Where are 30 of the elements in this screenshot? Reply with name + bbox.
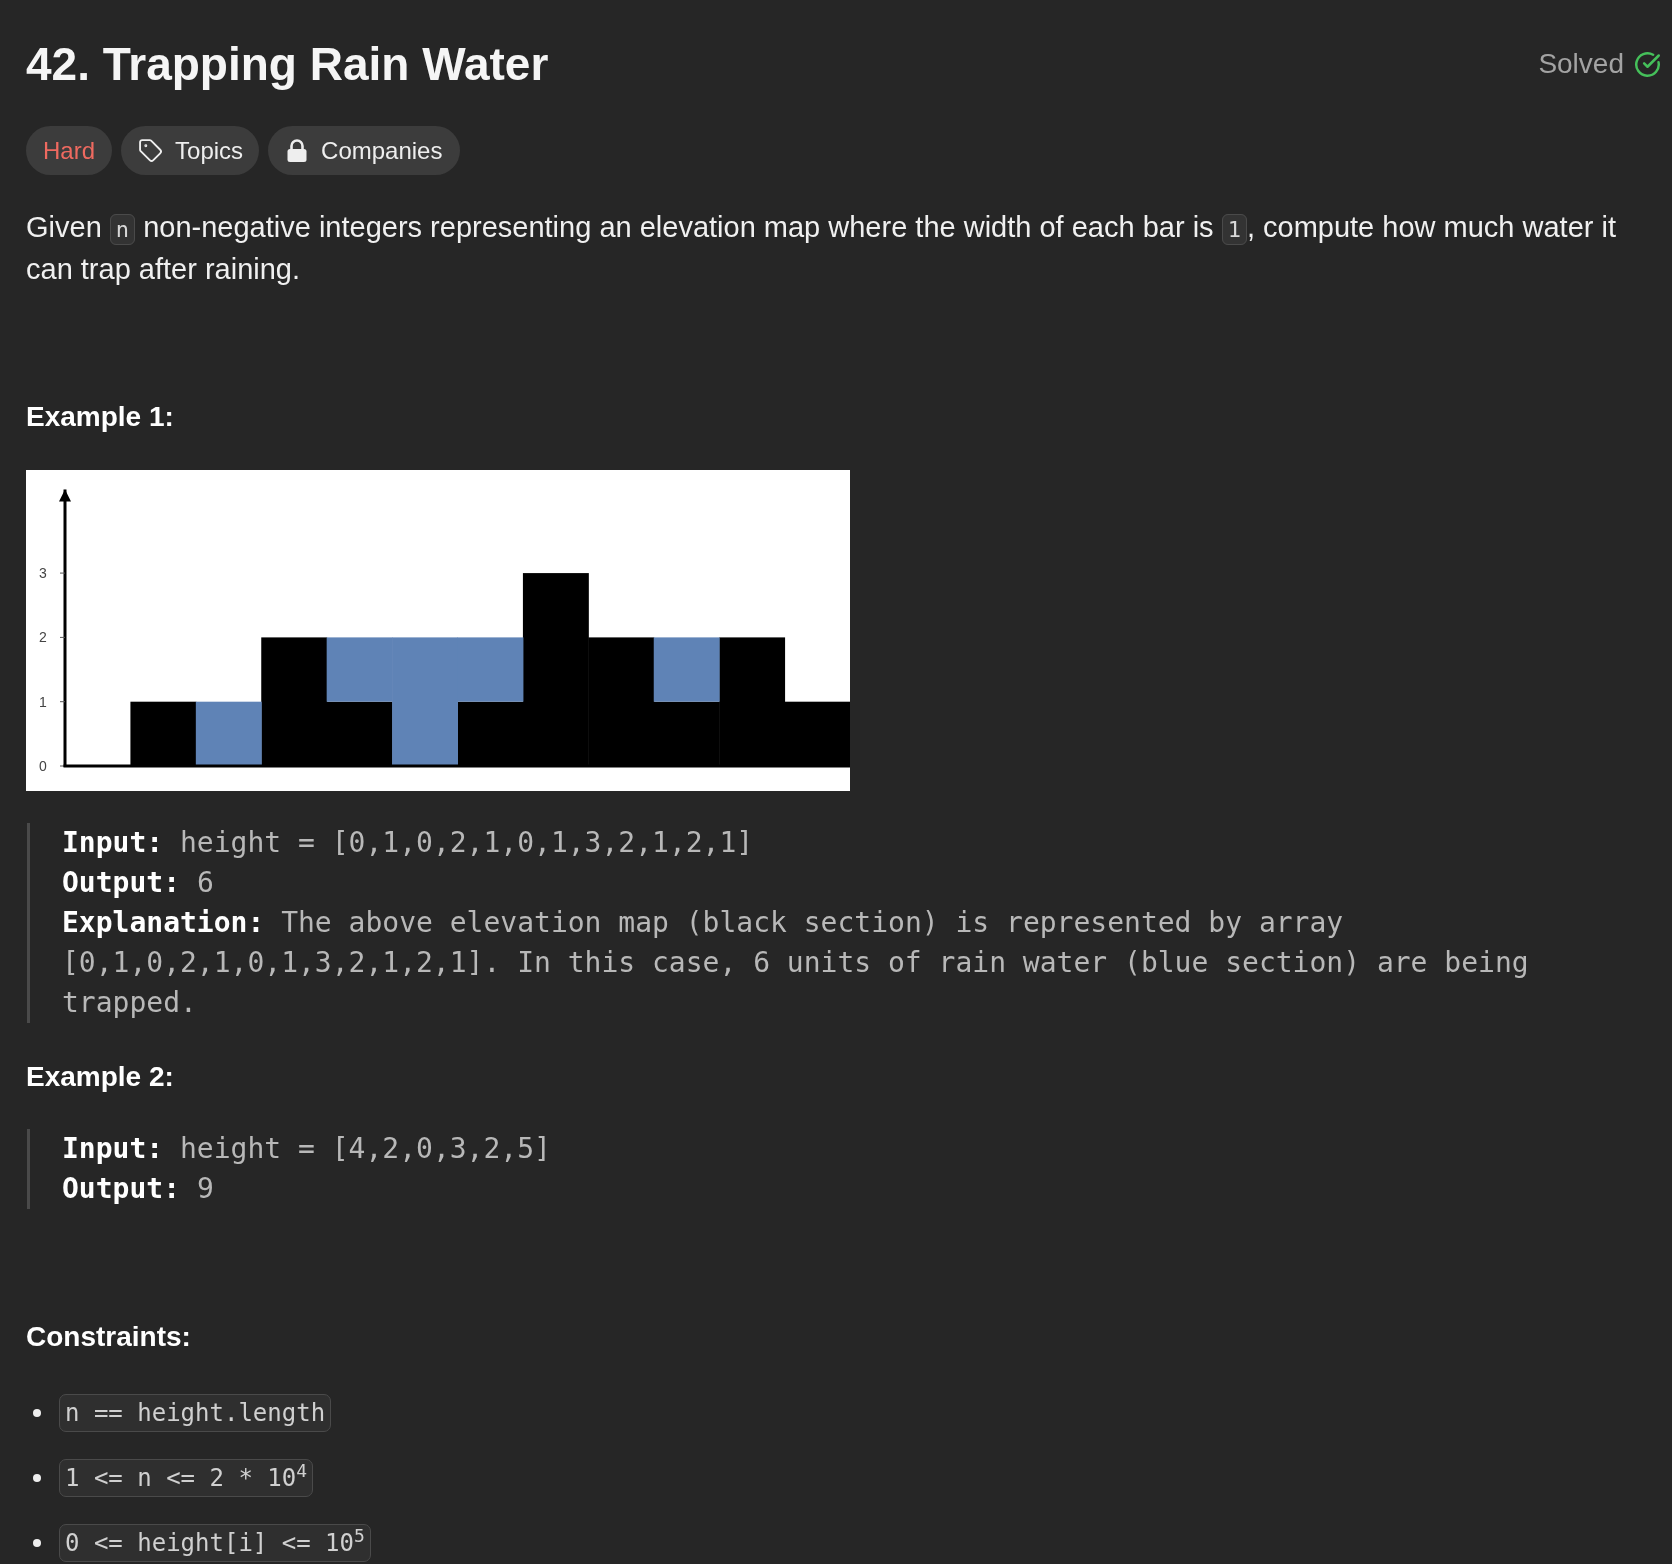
problem-title: 42. Trapping Rain Water xyxy=(26,37,549,92)
example-line: Input: height = [4,2,0,3,2,5] xyxy=(62,1131,552,1167)
y-tick-label: 3 xyxy=(39,565,47,582)
difficulty-badge: Hard xyxy=(26,126,113,175)
topics-button[interactable]: Topics xyxy=(121,126,260,175)
lock-icon xyxy=(286,138,309,163)
y-tick-label: 2 xyxy=(39,629,47,646)
constraint-code: 0 <= height[i] <= 10$^{5}$ xyxy=(59,1524,371,1562)
constraint-code: n == height.length xyxy=(59,1394,332,1432)
water-bar xyxy=(195,701,262,766)
example-line: Output: 9 xyxy=(62,1171,215,1207)
example-line: Output: 6 xyxy=(62,865,215,901)
tag-icon xyxy=(138,138,164,163)
example-line: Input: height = [0,1,0,2,1,0,1,3,2,1,2,1] xyxy=(62,825,755,861)
companies-button[interactable]: Companies xyxy=(268,126,461,175)
example-line: Explanation: The above elevation map (black section) is represented by array [0,1,0,2,1,0,1,3,2,1,2,1]. In this case, 6 units of rain water (blue section) are being trapped. xyxy=(62,905,1530,1021)
y-tick-label: 0 xyxy=(39,758,47,774)
bullet-icon xyxy=(33,1539,41,1547)
bullet-icon xyxy=(33,1474,41,1482)
problem-description: Given n non-negative integers representing an elevation map where the width of each bar is 1 , compute how much water it can trap after raining. xyxy=(26,210,1617,287)
example-heading: Example 1: xyxy=(26,400,175,434)
solved-label: Solved xyxy=(1538,47,1624,81)
constraints-heading: Constraints: xyxy=(26,1320,192,1354)
elevation-bar xyxy=(130,701,197,766)
check-circle-icon xyxy=(1634,50,1661,78)
constraint-code: 1 <= n <= 2 * 10$^{4}$ xyxy=(59,1459,314,1497)
example-heading: Example 2: xyxy=(26,1060,175,1094)
water-bar xyxy=(653,637,720,702)
bullet-icon xyxy=(33,1409,41,1417)
y-tick-label: 1 xyxy=(39,693,47,710)
